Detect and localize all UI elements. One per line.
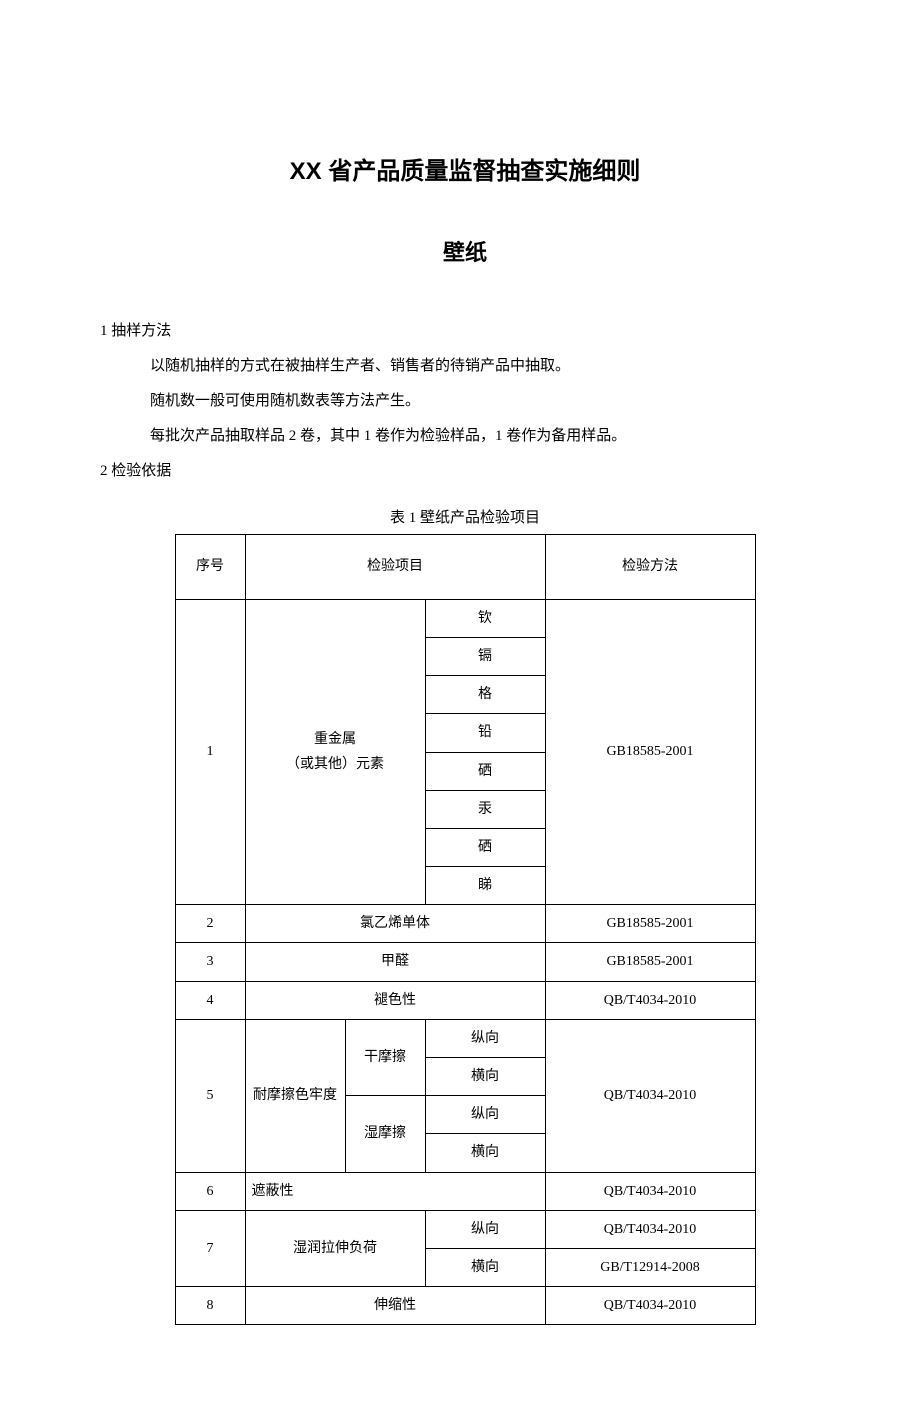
cell-index: 4 bbox=[175, 981, 245, 1019]
cell-subitem: 汞 bbox=[425, 790, 545, 828]
cell-subgroup: 干摩擦 bbox=[345, 1019, 425, 1095]
cell-method: QB/T4034-2010 bbox=[545, 1287, 755, 1325]
cell-item: 甲醛 bbox=[245, 943, 545, 981]
section-1-para-1: 以随机抽样的方式在被抽样生产者、销售者的待销产品中抽取。 bbox=[100, 353, 830, 380]
cell-item: 氯乙烯单体 bbox=[245, 905, 545, 943]
table-row: 4 褪色性 QB/T4034-2010 bbox=[175, 981, 755, 1019]
doc-subtitle: 壁纸 bbox=[100, 233, 830, 273]
cell-subitem: 硒 bbox=[425, 828, 545, 866]
th-method: 检验方法 bbox=[545, 534, 755, 599]
item-line1: 重金属 bbox=[314, 732, 356, 747]
section-2-head: 2 检验依据 bbox=[100, 458, 830, 485]
inspection-table: 序号 检验项目 检验方法 1 重金属 （或其他）元素 钦 GB18585-200… bbox=[175, 534, 756, 1326]
cell-item-group: 耐摩擦色牢度 bbox=[245, 1019, 345, 1172]
table-caption: 表 1 壁纸产品检验项目 bbox=[100, 505, 830, 532]
cell-method: QB/T4034-2010 bbox=[545, 1210, 755, 1248]
cell-direction: 横向 bbox=[425, 1248, 545, 1286]
cell-item: 重金属 （或其他）元素 bbox=[245, 599, 425, 905]
cell-subgroup: 湿摩擦 bbox=[345, 1096, 425, 1172]
table-row: 5 耐摩擦色牢度 干摩擦 纵向 QB/T4034-2010 bbox=[175, 1019, 755, 1057]
document-page: XX 省产品质量监督抽查实施细则 壁纸 1 抽样方法 以随机抽样的方式在被抽样生… bbox=[0, 0, 920, 1405]
cell-method: QB/T4034-2010 bbox=[545, 1019, 755, 1172]
item-line2: （或其他）元素 bbox=[286, 757, 384, 772]
cell-direction: 横向 bbox=[425, 1058, 545, 1096]
cell-method: GB18585-2001 bbox=[545, 599, 755, 905]
cell-direction: 纵向 bbox=[425, 1096, 545, 1134]
cell-index: 1 bbox=[175, 599, 245, 905]
cell-index: 2 bbox=[175, 905, 245, 943]
table-row: 6 遮蔽性 QB/T4034-2010 bbox=[175, 1172, 755, 1210]
table-row: 3 甲醛 GB18585-2001 bbox=[175, 943, 755, 981]
cell-subitem: 镉 bbox=[425, 637, 545, 675]
th-item: 检验项目 bbox=[245, 534, 545, 599]
cell-subitem: 铅 bbox=[425, 714, 545, 752]
cell-item: 褪色性 bbox=[245, 981, 545, 1019]
cell-direction: 横向 bbox=[425, 1134, 545, 1172]
cell-item: 伸缩性 bbox=[245, 1287, 545, 1325]
cell-direction: 纵向 bbox=[425, 1019, 545, 1057]
cell-subitem: 睇 bbox=[425, 867, 545, 905]
cell-method: QB/T4034-2010 bbox=[545, 981, 755, 1019]
cell-index: 3 bbox=[175, 943, 245, 981]
table-header-row: 序号 检验项目 检验方法 bbox=[175, 534, 755, 599]
cell-subitem: 硒 bbox=[425, 752, 545, 790]
cell-method: GB/T12914-2008 bbox=[545, 1248, 755, 1286]
cell-subitem: 钦 bbox=[425, 599, 545, 637]
cell-index: 5 bbox=[175, 1019, 245, 1172]
table-row: 2 氯乙烯单体 GB18585-2001 bbox=[175, 905, 755, 943]
cell-subitem: 格 bbox=[425, 676, 545, 714]
cell-index: 8 bbox=[175, 1287, 245, 1325]
cell-item: 遮蔽性 bbox=[245, 1172, 545, 1210]
cell-index: 7 bbox=[175, 1210, 245, 1286]
cell-method: GB18585-2001 bbox=[545, 905, 755, 943]
cell-item: 湿润拉伸负荷 bbox=[245, 1210, 425, 1286]
section-1-para-2: 随机数一般可使用随机数表等方法产生。 bbox=[100, 388, 830, 415]
table-row: 7 湿润拉伸负荷 纵向 QB/T4034-2010 bbox=[175, 1210, 755, 1248]
th-index: 序号 bbox=[175, 534, 245, 599]
cell-direction: 纵向 bbox=[425, 1210, 545, 1248]
section-1-head: 1 抽样方法 bbox=[100, 318, 830, 345]
table-row: 8 伸缩性 QB/T4034-2010 bbox=[175, 1287, 755, 1325]
doc-title: XX 省产品质量监督抽查实施细则 bbox=[100, 150, 830, 193]
cell-method: QB/T4034-2010 bbox=[545, 1172, 755, 1210]
cell-index: 6 bbox=[175, 1172, 245, 1210]
table-row: 1 重金属 （或其他）元素 钦 GB18585-2001 bbox=[175, 599, 755, 637]
cell-method: GB18585-2001 bbox=[545, 943, 755, 981]
section-1-para-3: 每批次产品抽取样品 2 卷，其中 1 卷作为检验样品，1 卷作为备用样品。 bbox=[100, 423, 830, 450]
